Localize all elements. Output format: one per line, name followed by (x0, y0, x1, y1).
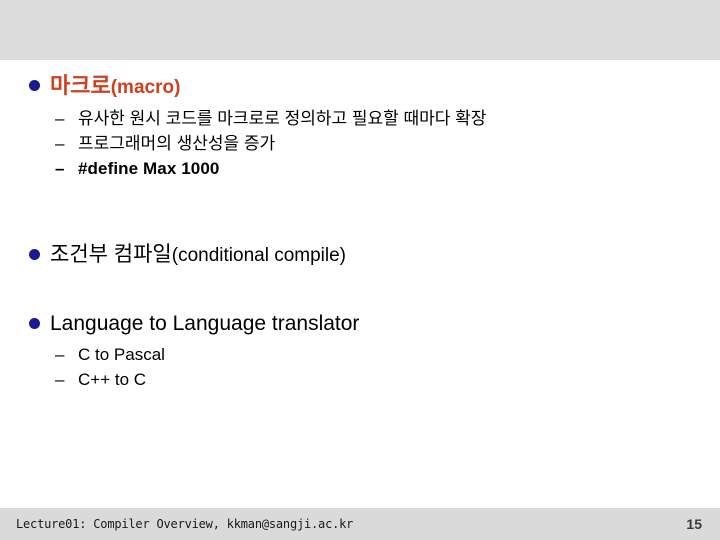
sub-bullet-macro-definition: – 유사한 원시 코드를 마크로로 정의하고 필요할 때마다 확장 (0, 106, 486, 131)
sub-bullet-code-text: #define Max 1000 (78, 159, 220, 178)
sub-bullet-c-to-pascal: – C to Pascal (0, 342, 359, 367)
bullet-block-macro: 마크로(macro) – 유사한 원시 코드를 마크로로 정의하고 필요할 때마… (0, 72, 486, 181)
bullet-dot-icon (29, 80, 40, 91)
bullet-block-language-translator: Language to Language translator – C to P… (0, 310, 359, 392)
sub-bullet-text: 유사한 원시 코드를 마크로로 정의하고 필요할 때마다 확장 (78, 109, 487, 128)
slide-footer-text: Lecture01: Compiler Overview, kkman@sang… (16, 517, 354, 531)
presentation-slide: 마크로(macro) – 유사한 원시 코드를 마크로로 정의하고 필요할 때마… (0, 0, 720, 540)
dash-icon: – (55, 345, 65, 364)
bullet-item-conditional-compile: 조건부 컴파일(conditional compile) (0, 241, 346, 270)
bullet-heading-macro-paren: (macro) (110, 77, 181, 98)
slide-content-area: 마크로(macro) – 유사한 원시 코드를 마크로로 정의하고 필요할 때마… (0, 60, 720, 508)
sub-bullet-text: 프로그래머의 생산성을 증가 (78, 134, 276, 153)
bullet-heading-language-translator: Language to Language translator (50, 310, 359, 338)
bullet-heading-conditional-compile: 조건부 컴파일(conditional compile) (50, 241, 346, 270)
bullet-item-language-translator: Language to Language translator (0, 310, 359, 338)
sub-bullet-text: C++ to C (78, 370, 147, 389)
bullet-dot-icon (29, 249, 40, 260)
sub-bullet-text: C to Pascal (78, 345, 165, 364)
bullet-dot-icon (29, 318, 40, 329)
bullet-heading-conditional-main: 조건부 컴파일 (50, 243, 172, 266)
bullet-heading-macro-main: 마크로 (50, 73, 111, 98)
bullet-heading-macro: 마크로(macro) (50, 72, 486, 102)
sub-bullet-macro-productivity: – 프로그래머의 생산성을 증가 (0, 131, 486, 156)
sub-bullet-cpp-to-c: – C++ to C (0, 367, 359, 392)
dash-icon: – (55, 159, 65, 178)
dash-icon: – (55, 134, 65, 153)
bullet-heading-conditional-paren: (conditional compile) (171, 245, 347, 266)
slide-top-band (0, 0, 720, 60)
slide-page-number: 15 (686, 516, 702, 532)
bullet-heading-translator-main: Language to Language translator (50, 312, 360, 335)
dash-icon: – (55, 370, 65, 389)
bullet-item-macro: 마크로(macro) (0, 72, 486, 102)
sub-bullet-macro-example: – #define Max 1000 (0, 156, 486, 181)
bullet-block-conditional-compile: 조건부 컴파일(conditional compile) (0, 241, 346, 270)
dash-icon: – (55, 109, 65, 128)
